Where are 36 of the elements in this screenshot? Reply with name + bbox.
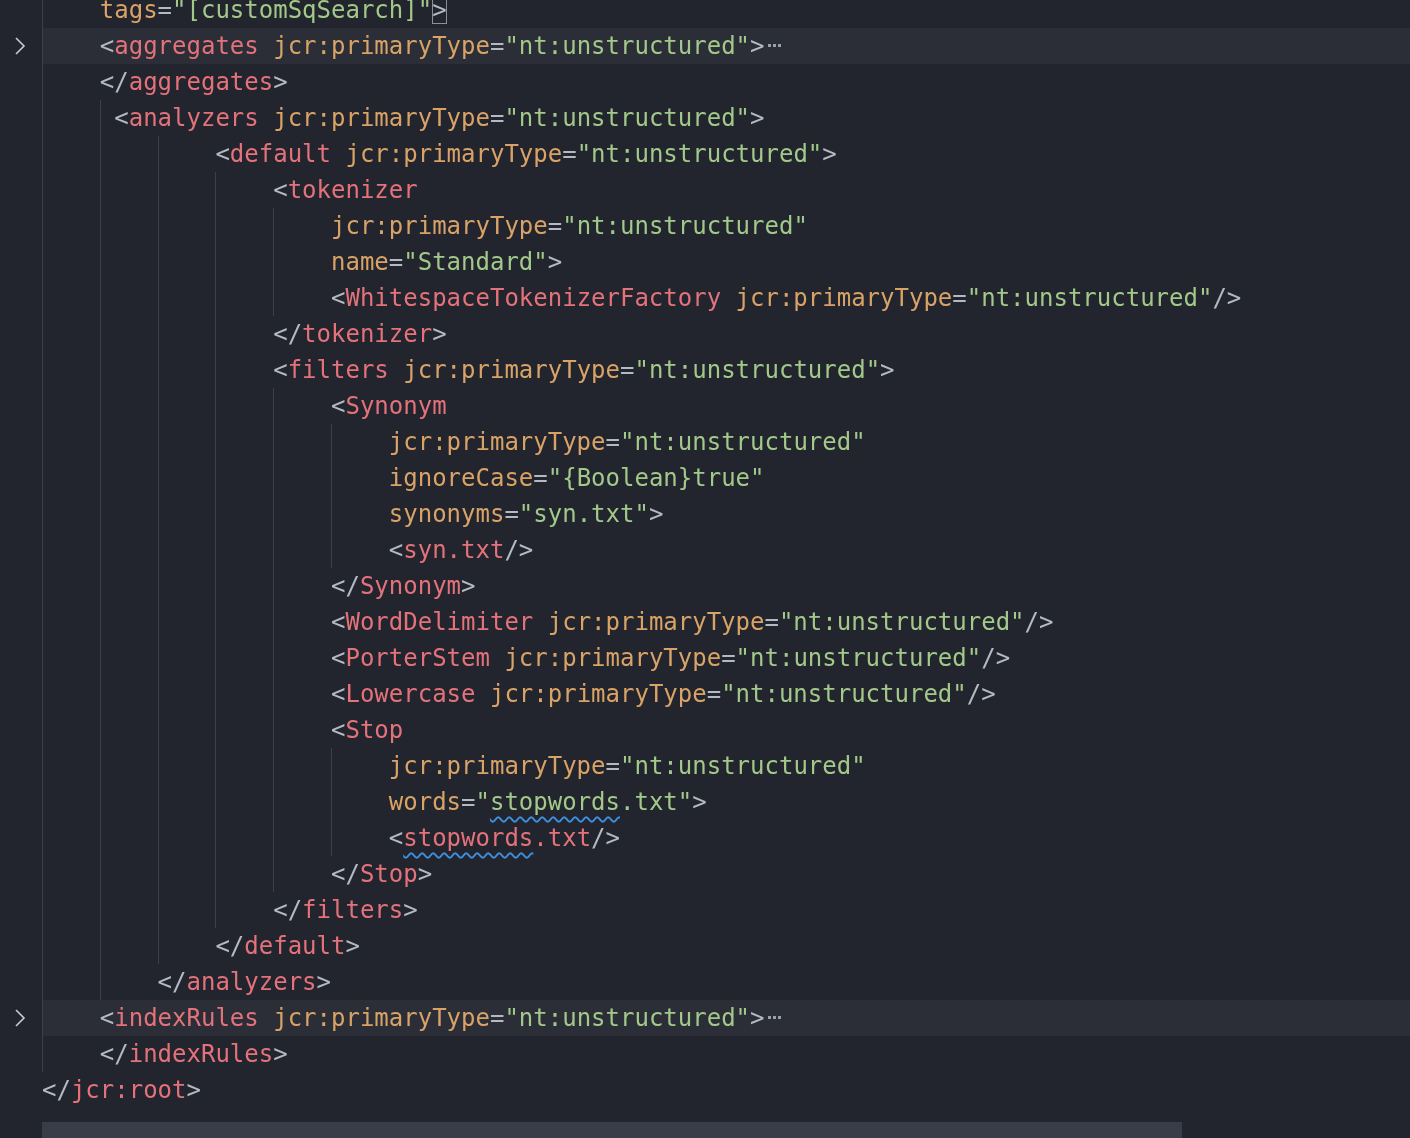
code-line: </aggregates> bbox=[98, 67, 288, 98]
code-line: <WhitespaceTokenizerFactory jcr:primaryType="nt:unstructured"/> bbox=[330, 283, 1242, 314]
code-line: <aggregates jcr:primaryType="nt:unstructured"> bbox=[98, 31, 765, 62]
code-line: </Stop> bbox=[330, 859, 433, 890]
code-line: <tokenizer bbox=[272, 175, 418, 206]
code-line: <analyzers jcr:primaryType="nt:unstructured"> bbox=[113, 103, 765, 134]
code-line: <Synonym bbox=[330, 391, 447, 422]
code-line: </filters> bbox=[272, 895, 418, 926]
code-line: <Lowercase jcr:primaryType="nt:unstructured"/> bbox=[330, 679, 996, 710]
chevron-icon[interactable] bbox=[14, 1008, 26, 1028]
code-line: words="stopwords.txt"> bbox=[387, 787, 707, 818]
horizontal-scrollbar[interactable] bbox=[42, 1122, 1182, 1138]
code-line: tags="[customSqSearch]"> bbox=[98, 0, 447, 26]
code-line: <filters jcr:primaryType="nt:unstructured"> bbox=[272, 355, 895, 386]
code-line: <Stop bbox=[330, 715, 404, 746]
code-line: <WordDelimiter jcr:primaryType="nt:unstructured"/> bbox=[330, 607, 1054, 638]
code-line: synonyms="syn.txt"> bbox=[387, 499, 664, 530]
code-line: name="Standard"> bbox=[330, 247, 563, 278]
code-line: </tokenizer> bbox=[272, 319, 447, 350]
code-line: <default jcr:primaryType="nt:unstructured"> bbox=[214, 139, 837, 170]
code-line: <stopwords.txt/> bbox=[387, 823, 620, 854]
chevron-icon[interactable] bbox=[14, 36, 26, 56]
code-line: </indexRules> bbox=[98, 1039, 288, 1070]
code-line: </default> bbox=[214, 931, 360, 962]
code-line: ignoreCase="{Boolean}true" bbox=[387, 463, 765, 494]
code-line: <PorterStem jcr:primaryType="nt:unstructured"/> bbox=[330, 643, 1011, 674]
code-line: jcr:primaryType="nt:unstructured" bbox=[330, 211, 808, 242]
code-line: <indexRules jcr:primaryType="nt:unstructured"> bbox=[98, 1003, 765, 1034]
code-line: </Synonym> bbox=[330, 571, 476, 602]
code-line: </analyzers> bbox=[156, 967, 331, 998]
code-line: jcr:primaryType="nt:unstructured" bbox=[387, 751, 866, 782]
code-line: <syn.txt/> bbox=[387, 535, 534, 566]
code-line: jcr:primaryType="nt:unstructured" bbox=[387, 427, 866, 458]
ellipsis-icon[interactable] bbox=[768, 1016, 783, 1020]
code-line: </jcr:root> bbox=[42, 1075, 201, 1106]
ellipsis-icon[interactable] bbox=[768, 44, 783, 48]
